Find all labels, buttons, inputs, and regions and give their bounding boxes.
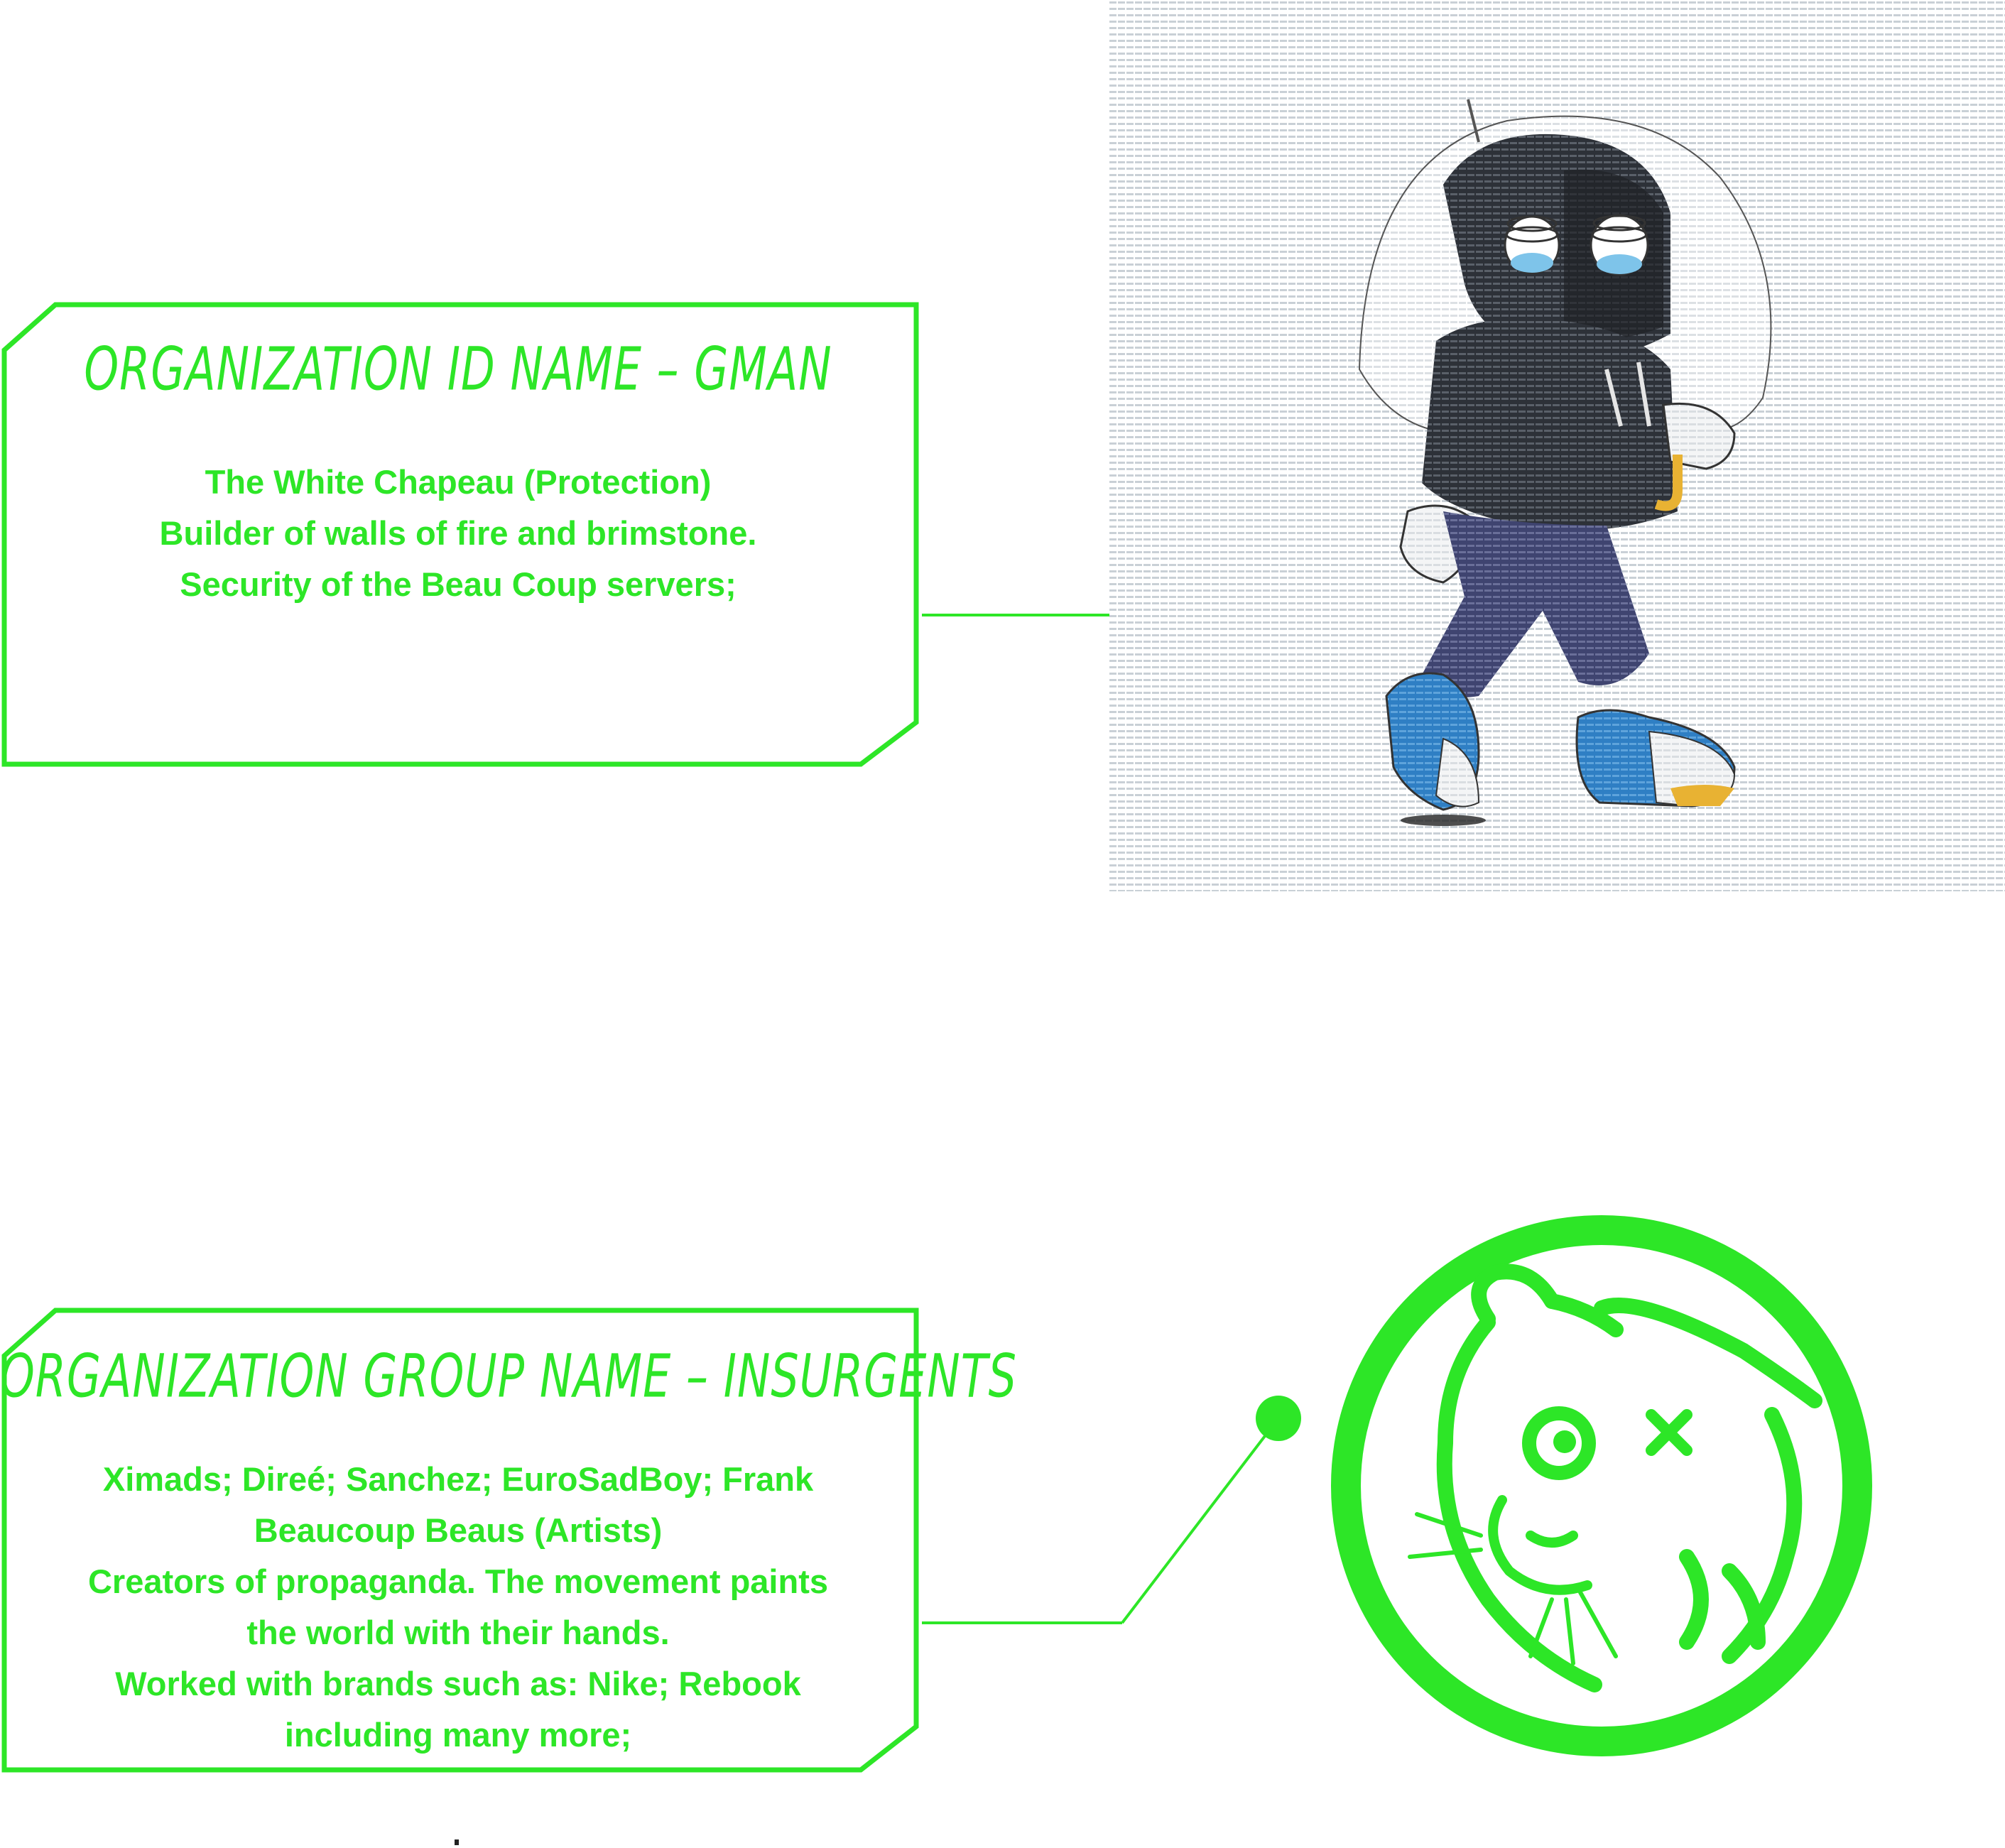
hoodie-body	[1422, 318, 1678, 531]
character-illustration	[1109, 0, 2005, 891]
stray-dot	[455, 1839, 459, 1845]
hamster-outline	[1436, 1263, 1822, 1692]
hamster-eye	[1522, 1406, 1596, 1480]
hamster-snout	[1488, 1495, 1592, 1595]
insurgents-connector-dot	[1256, 1396, 1301, 1441]
hamster-x-eye	[1646, 1409, 1692, 1456]
insurgents-logo	[1317, 1202, 1886, 1770]
